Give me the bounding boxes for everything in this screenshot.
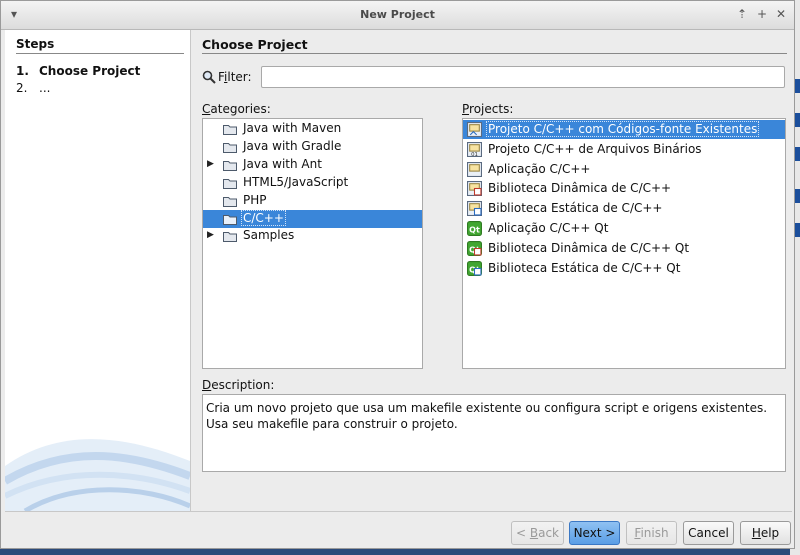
category-item[interactable]: ▶ Samples (203, 227, 422, 245)
steps-panel: Steps 1. Choose Project 2.... (5, 30, 191, 511)
description-text: Cria um novo projeto que usa um makefile… (202, 394, 786, 472)
window-title: New Project (360, 8, 435, 21)
category-item[interactable]: HTML5/JavaScript (203, 174, 422, 192)
expand-arrow-icon[interactable]: ▶ (207, 159, 214, 169)
filter-label: Filter: (218, 70, 252, 84)
projects-label: Projects: (462, 102, 514, 116)
static-library-icon (467, 201, 482, 217)
folder-icon (223, 160, 237, 171)
step-label: Choose Project (39, 64, 141, 78)
folder-icon (223, 125, 237, 135)
category-label: PHP (243, 192, 267, 207)
netbeans-wave-decoration (5, 439, 190, 511)
svg-text:Qt: Qt (469, 225, 480, 234)
project-item[interactable]: 01 Projeto C/C++ de Arquivos Binários (463, 140, 785, 159)
folder-icon (223, 178, 237, 189)
category-item[interactable]: Java with Gradle (203, 138, 422, 156)
page-title: Choose Project (202, 37, 308, 52)
category-label: Java with Gradle (243, 138, 342, 153)
folder-icon (223, 232, 237, 243)
category-label: C/C++ (241, 209, 286, 226)
project-label: Biblioteca Estática de C/C++ Qt (488, 260, 681, 275)
description-label: Description: (202, 378, 275, 392)
svg-text:01: 01 (471, 152, 478, 157)
category-item[interactable]: Java with Maven (203, 120, 422, 138)
step-number: 2. (16, 81, 28, 95)
finish-button[interactable]: Finish (626, 521, 677, 545)
steps-header: Steps (16, 37, 55, 51)
maximize-icon[interactable]: + (757, 7, 767, 21)
binary-files-icon: 01 (467, 141, 482, 157)
search-icon (202, 70, 216, 84)
category-item[interactable]: ▶ Java with Ant (203, 156, 422, 174)
category-item[interactable]: C/C++ (203, 209, 422, 228)
existing-sources-icon (467, 122, 482, 137)
category-label: HTML5/JavaScript (243, 174, 349, 189)
category-label: Java with Ant (243, 156, 322, 171)
new-project-dialog: ▾ New Project ⇡ + ✕ Steps 1. Choose Proje… (0, 0, 795, 549)
application-icon (467, 161, 482, 177)
qt-dynamic-library-icon: Qt (467, 240, 482, 256)
folder-icon (223, 196, 237, 207)
project-label: Biblioteca Estática de C/C++ (488, 201, 663, 216)
project-item[interactable]: Biblioteca Dinâmica de C/C++ (463, 179, 785, 198)
project-item[interactable]: Qt Biblioteca Estática de C/C++ Qt (463, 259, 785, 278)
projects-list[interactable]: Projeto C/C++ com Códigos-fonte Existent… (462, 118, 786, 369)
qt-application-icon: Qt (467, 221, 482, 236)
minimize-icon[interactable]: ⇡ (737, 7, 747, 21)
project-label: Aplicação C/C++ (488, 161, 591, 176)
folder-icon (223, 214, 237, 225)
help-button[interactable]: Help (740, 521, 791, 545)
project-item[interactable]: Qt Biblioteca Dinâmica de C/C++ Qt (463, 239, 785, 258)
step-item-2: 2.... (16, 81, 50, 95)
project-item[interactable]: Projeto C/C++ com Códigos-fonte Existent… (463, 120, 785, 139)
step-label: ... (39, 81, 51, 95)
categories-label: Categories: (202, 102, 271, 116)
project-label: Biblioteca Dinâmica de C/C++ Qt (488, 240, 690, 255)
title-bar: ▾ New Project ⇡ + ✕ (1, 1, 794, 30)
cancel-button[interactable]: Cancel (683, 521, 734, 545)
step-number: 1. (16, 64, 29, 78)
category-item[interactable]: PHP (203, 192, 422, 210)
close-icon[interactable]: ✕ (776, 7, 786, 21)
project-item[interactable]: Qt Aplicação C/C++ Qt (463, 219, 785, 238)
qt-static-library-icon: Qt (467, 260, 482, 276)
project-label: Projeto C/C++ com Códigos-fonte Existent… (485, 121, 760, 137)
step-item-1: 1. Choose Project (16, 64, 140, 78)
dynamic-library-icon (467, 181, 482, 197)
categories-tree[interactable]: Java with Maven Java with Gradle ▶ Java wit… (202, 118, 423, 369)
project-item[interactable]: Biblioteca Estática de C/C++ (463, 199, 785, 218)
category-label: Java with Maven (243, 121, 342, 135)
project-label: Projeto C/C++ de Arquivos Binários (488, 141, 702, 156)
category-label: Samples (243, 228, 295, 243)
project-item[interactable]: Aplicação C/C++ (463, 160, 785, 179)
back-button[interactable]: < Back (511, 521, 564, 545)
footer-divider (5, 511, 792, 512)
expand-arrow-icon[interactable]: ▶ (207, 230, 214, 240)
folder-icon (223, 142, 237, 153)
next-button[interactable]: Next > (569, 521, 620, 545)
filter-input[interactable] (261, 66, 785, 88)
project-label: Aplicação C/C++ Qt (488, 221, 609, 235)
project-label: Biblioteca Dinâmica de C/C++ (488, 181, 672, 196)
steps-divider (16, 53, 184, 54)
title-divider (202, 53, 787, 54)
